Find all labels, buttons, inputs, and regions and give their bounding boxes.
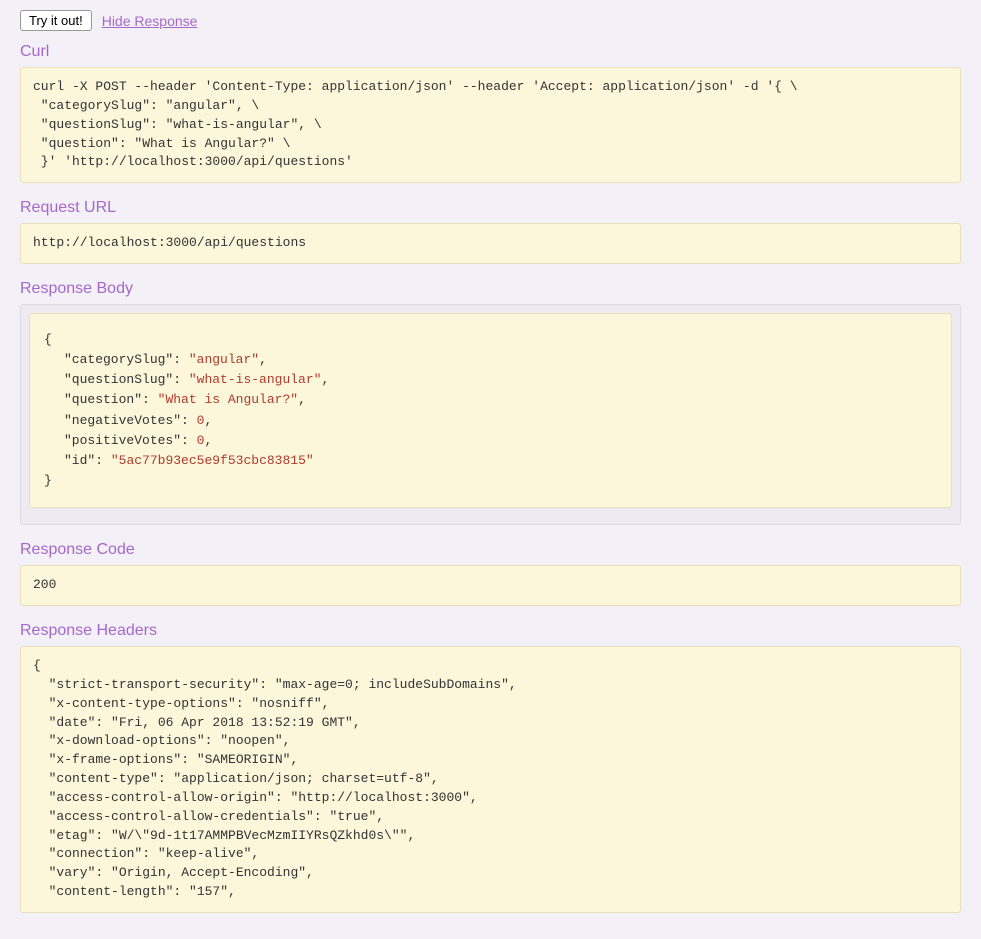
- response-body-json: { "categorySlug": "angular", "questionSl…: [29, 313, 952, 508]
- request-url-section: Request URL http://localhost:3000/api/qu…: [20, 199, 961, 264]
- curl-code: curl -X POST --header 'Content-Type: app…: [20, 67, 961, 183]
- response-code-section: Response Code 200: [20, 541, 961, 606]
- curl-title: Curl: [20, 43, 961, 61]
- response-code-title: Response Code: [20, 541, 961, 559]
- response-body-panel: { "categorySlug": "angular", "questionSl…: [20, 304, 961, 525]
- json-question: What is Angular?: [165, 392, 290, 407]
- request-url-code: http://localhost:3000/api/questions: [20, 223, 961, 264]
- response-headers-section: Response Headers { "strict-transport-sec…: [20, 622, 961, 913]
- json-id: 5ac77b93ec5e9f53cbc83815: [119, 453, 306, 468]
- response-code-value: 200: [20, 565, 961, 606]
- response-body-title: Response Body: [20, 280, 961, 298]
- response-headers-code: { "strict-transport-security": "max-age=…: [20, 646, 961, 913]
- try-it-out-button[interactable]: Try it out!: [20, 10, 92, 31]
- json-question-slug: what-is-angular: [197, 372, 314, 387]
- response-body-section: Response Body { "categorySlug": "angular…: [20, 280, 961, 525]
- request-url-title: Request URL: [20, 199, 961, 217]
- response-headers-title: Response Headers: [20, 622, 961, 640]
- hide-response-link[interactable]: Hide Response: [102, 13, 198, 29]
- curl-section: Curl curl -X POST --header 'Content-Type…: [20, 43, 961, 183]
- toolbar: Try it out! Hide Response: [20, 10, 961, 31]
- json-category-slug: angular: [197, 352, 252, 367]
